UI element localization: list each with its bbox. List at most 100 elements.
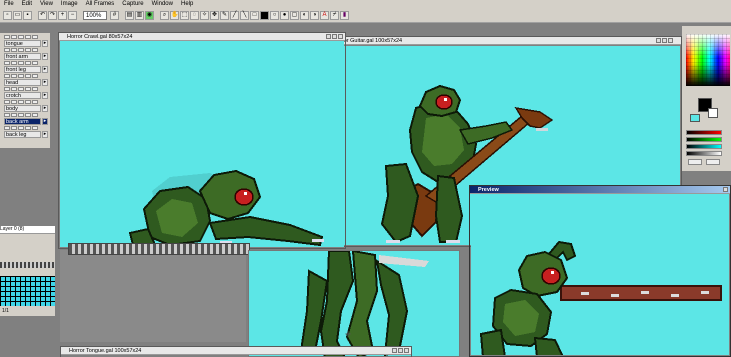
new-file-icon[interactable]: ▫ bbox=[3, 11, 12, 20]
window-crawl[interactable]: Horror Crawl.gal 80x57x24 bbox=[58, 32, 346, 249]
canvas-preview bbox=[471, 194, 729, 355]
layer-arrow-icon[interactable]: ▸ bbox=[42, 40, 48, 47]
close-icon[interactable] bbox=[668, 38, 673, 43]
maximize-icon[interactable] bbox=[332, 34, 337, 39]
rect-icon[interactable]: □ bbox=[250, 11, 259, 20]
layer-item[interactable]: crotch ▸ bbox=[4, 87, 48, 99]
menu-window[interactable]: Window bbox=[148, 0, 177, 9]
save-icon[interactable]: ▪ bbox=[23, 11, 32, 20]
layer-arrow-icon[interactable]: ▸ bbox=[42, 53, 48, 60]
layer-arrow-icon[interactable]: ▸ bbox=[42, 118, 48, 125]
redo-icon[interactable]: ↷ bbox=[48, 11, 57, 20]
minimize-icon[interactable] bbox=[326, 34, 331, 39]
layer-item-selected[interactable]: back arm ▸ bbox=[4, 113, 48, 125]
layer-label: front leg bbox=[4, 66, 41, 73]
canvas-crawl[interactable] bbox=[60, 41, 344, 247]
layer-arrow-icon[interactable]: ▸ bbox=[42, 131, 48, 138]
layer-label: crotch bbox=[4, 92, 41, 99]
window-tongue-canvas[interactable]: + bbox=[248, 250, 460, 357]
close-icon[interactable] bbox=[723, 187, 728, 192]
zoom-in-icon[interactable]: + bbox=[58, 11, 67, 20]
maximize-icon[interactable] bbox=[662, 38, 667, 43]
menu-bar: File Edit View Image All Frames Capture … bbox=[0, 0, 731, 9]
minimize-icon[interactable] bbox=[656, 38, 661, 43]
layer-arrow-icon[interactable]: ▸ bbox=[42, 105, 48, 112]
frame-footer: 1/1 bbox=[2, 308, 9, 314]
layer-label: head bbox=[4, 79, 41, 86]
crawl-creature-sprite bbox=[128, 169, 324, 247]
frame-panel-title: Layer 0 (8) bbox=[0, 226, 55, 234]
filled-rect-icon[interactable] bbox=[260, 11, 269, 20]
palette-button[interactable] bbox=[706, 159, 720, 165]
stamp-icon[interactable]: ▮ bbox=[340, 11, 349, 20]
zoom-out-icon[interactable]: − bbox=[68, 11, 77, 20]
zoom-select[interactable]: 100% bbox=[83, 11, 107, 20]
menu-view[interactable]: View bbox=[36, 0, 57, 9]
menu-help[interactable]: Help bbox=[177, 0, 197, 9]
magic-wand-icon[interactable]: ✧ bbox=[200, 11, 209, 20]
layer-item[interactable]: head ▸ bbox=[4, 74, 48, 86]
layer-item[interactable]: back leg ▸ bbox=[4, 126, 48, 138]
grid-icon[interactable]: # bbox=[110, 11, 119, 20]
secondary-color-swatch[interactable] bbox=[708, 108, 718, 118]
layer-label: front arm bbox=[4, 53, 41, 60]
pen-icon[interactable]: ✎ bbox=[220, 11, 229, 20]
palette-panel bbox=[682, 26, 731, 171]
preview-creature-sprite bbox=[479, 240, 722, 355]
menu-file[interactable]: File bbox=[0, 0, 18, 9]
line-icon[interactable]: ╲ bbox=[240, 11, 249, 20]
window-preview-title: Preview bbox=[470, 186, 730, 194]
brush-icon[interactable]: ╱ bbox=[230, 11, 239, 20]
filled-ellipse-icon[interactable]: ● bbox=[280, 11, 289, 20]
layer-arrow-icon[interactable]: ▸ bbox=[42, 79, 48, 86]
close-icon[interactable] bbox=[338, 34, 343, 39]
hand-icon[interactable]: ✋ bbox=[170, 11, 179, 20]
maximize-icon[interactable] bbox=[398, 348, 403, 353]
red-slider[interactable] bbox=[686, 130, 722, 135]
frame-strip[interactable] bbox=[0, 262, 55, 268]
fill-icon[interactable]: ◐ bbox=[300, 11, 309, 20]
tongue-creature-legs-sprite: + bbox=[299, 251, 429, 356]
select-rect-icon[interactable]: ⬚ bbox=[180, 11, 189, 20]
menu-capture[interactable]: Capture bbox=[118, 0, 147, 9]
layer-label: body bbox=[4, 105, 41, 112]
palette-button[interactable] bbox=[688, 159, 702, 165]
window-tongue[interactable]: Horror Tongue.gal 100x57x24 bbox=[60, 346, 412, 357]
layers-icon[interactable]: ▤ bbox=[125, 11, 134, 20]
layer-arrow-icon[interactable]: ▸ bbox=[42, 66, 48, 73]
crawl-frame-strip[interactable] bbox=[68, 243, 250, 255]
select-lasso-icon[interactable]: ◌ bbox=[190, 11, 199, 20]
toolbar: ▫ ▭ ▪ ↶ ↷ + − 100% # ▤ ▥ ◉ ⌕ ✋ ⬚ ◌ ✧ ✥ ✎… bbox=[0, 9, 731, 23]
color-picker-icon[interactable]: ⌿ bbox=[330, 11, 339, 20]
ellipse-icon[interactable]: ○ bbox=[270, 11, 279, 20]
layer-item[interactable]: front leg ▸ bbox=[4, 61, 48, 73]
menu-image[interactable]: Image bbox=[57, 0, 82, 9]
close-icon[interactable] bbox=[404, 348, 409, 353]
workspace-gray bbox=[60, 250, 246, 342]
open-folder-icon[interactable]: ▭ bbox=[13, 11, 22, 20]
rounded-rect-icon[interactable]: ▢ bbox=[290, 11, 299, 20]
layer-arrow-icon[interactable]: ▸ bbox=[42, 92, 48, 99]
minimize-icon[interactable] bbox=[392, 348, 397, 353]
undo-icon[interactable]: ↶ bbox=[38, 11, 47, 20]
move-icon[interactable]: ✥ bbox=[210, 11, 219, 20]
layer-item[interactable]: front arm ▸ bbox=[4, 48, 48, 60]
green-slider[interactable] bbox=[686, 137, 722, 142]
frame-grid[interactable] bbox=[0, 276, 55, 306]
blue-slider[interactable] bbox=[686, 144, 722, 149]
accent-color-swatch[interactable] bbox=[690, 114, 700, 122]
menu-edit[interactable]: Edit bbox=[18, 0, 36, 9]
magnify-icon[interactable]: ⌕ bbox=[160, 11, 169, 20]
palette-icon[interactable]: ◉ bbox=[145, 11, 154, 20]
window-preview[interactable]: Preview bbox=[469, 185, 731, 357]
alpha-slider[interactable] bbox=[686, 151, 722, 156]
menu-all-frames[interactable]: All Frames bbox=[82, 0, 119, 9]
layer-item[interactable]: tongue ▸ bbox=[4, 35, 48, 47]
layer-label: back arm bbox=[4, 118, 41, 125]
gradient-icon[interactable]: ◑ bbox=[310, 11, 319, 20]
text-icon[interactable]: A bbox=[320, 11, 329, 20]
window-guitar-title: Horror Guitar.gal 100x57x24 bbox=[325, 37, 681, 45]
frames-icon[interactable]: ▥ bbox=[135, 11, 144, 20]
layer-label: back leg bbox=[4, 131, 41, 138]
layer-item[interactable]: body ▸ bbox=[4, 100, 48, 112]
